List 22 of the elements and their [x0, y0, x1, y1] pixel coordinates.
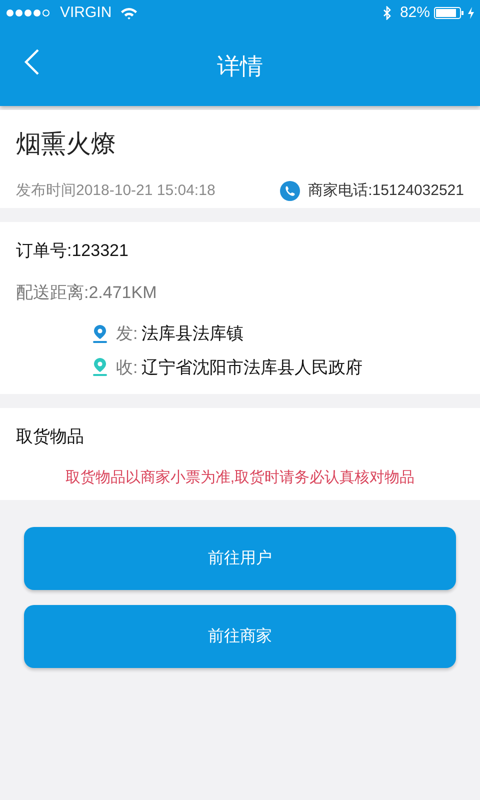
delivery-distance: 配送距离:2.471KM [16, 282, 158, 304]
address-text: 法库县法库镇 [142, 323, 244, 345]
pickup-notice: 取货物品以商家小票为准,取货时请务必认真核对物品 [65, 468, 415, 486]
back-button[interactable] [24, 48, 40, 76]
merchant-phone: 商家电话:15124032521 [308, 180, 464, 200]
navigate-button[interactable]: 前往用户 [24, 527, 456, 590]
bluetooth-icon [382, 6, 392, 20]
order-number: 订单号:123321 [16, 240, 130, 262]
wifi-icon [120, 6, 138, 20]
page-title: 详情 [217, 52, 263, 81]
publish-time: 发布时间2018-10-21 15:04:18 [16, 180, 216, 200]
address-label: 发: [116, 323, 138, 345]
shop-name: 烟熏火燎 [16, 129, 117, 160]
carrier-name: VIRGIN [60, 2, 112, 23]
battery-icon [434, 7, 464, 19]
section-title: 取货物品 [16, 426, 85, 448]
phone-icon [280, 180, 300, 201]
address-text: 辽宁省沈阳市法库县人民政府 [142, 356, 363, 378]
navigate-button[interactable]: 前往商家 [24, 605, 456, 668]
battery-percent: 82% [400, 2, 430, 23]
charging-icon [468, 7, 474, 19]
address-label: 收: [116, 356, 138, 378]
